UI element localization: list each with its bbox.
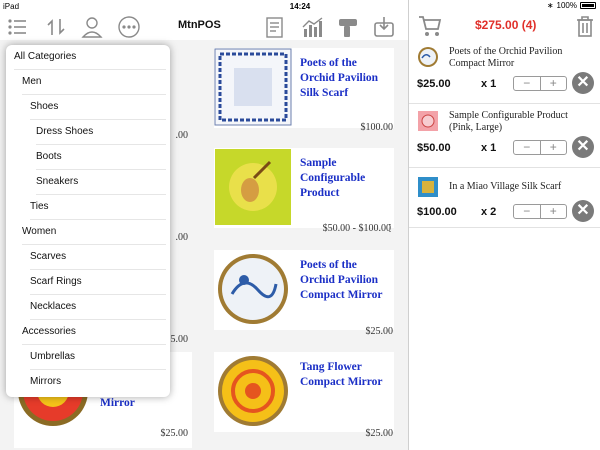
product-card[interactable]: Sample Configurable Product [214,148,394,228]
product-price: $100.00 [360,122,394,133]
product-price: $25.00 [160,428,189,439]
quantity-stepper[interactable]: − + [513,204,567,219]
product-name: Sample Configurable Product [300,157,366,199]
category-scarf-rings[interactable]: Scarf Rings [30,270,166,295]
status-bar: iPad 14:24 ∗ 100% [0,0,600,13]
product-card[interactable]: Poets of the Orchid Pavilion Compact Mir… [214,250,394,330]
sync-icon[interactable] [44,15,68,39]
increment-button[interactable]: + [541,141,567,154]
cart-row[interactable]: Poets of the Orchid Pavilion Compact Mir… [409,40,600,104]
cart-item-price: $50.00 [417,142,451,154]
category-all[interactable]: All Categories [14,45,166,70]
cart-item-name: In a Miao Village Silk Scarf [449,181,562,192]
product-image [218,254,288,324]
increment-button[interactable]: + [541,77,567,90]
decrement-button[interactable]: − [514,141,541,154]
chart-icon[interactable] [300,15,324,39]
category-dropdown: All Categories Men Shoes Dress Shoes Boo… [6,45,170,397]
category-necklaces[interactable]: Necklaces [30,295,166,320]
cart-header: $275.00 (4) [409,13,600,40]
category-scarves[interactable]: Scarves [30,245,166,270]
more-icon[interactable] [117,15,141,39]
category-umbrellas[interactable]: Umbrellas [30,345,166,370]
more-icon: ⋮ [385,223,395,234]
category-shoes[interactable]: Shoes [30,95,166,120]
category-accessories[interactable]: Accessories [22,320,166,345]
product-card[interactable]: Poets of the Orchid Pavilion Silk Scarf [214,48,394,128]
product-card[interactable]: Tang Flower Compact Mirror [214,352,394,432]
decrement-button[interactable]: − [514,205,541,218]
cart-item-qty: x 1 [481,78,497,90]
product-name: Mirror [100,397,135,409]
category-sneakers[interactable]: Sneakers [36,170,166,195]
cart-item-name: Poets of the Orchid Pavilion Compact Mir… [449,46,563,69]
product-name: Poets of the Orchid Pavilion Silk Scarf [300,57,379,99]
category-men[interactable]: Men [22,70,166,95]
list-icon[interactable] [6,15,30,39]
battery-icon [580,2,596,9]
product-price: $50.00 - $100.00 [322,223,391,234]
report-icon[interactable] [262,15,286,39]
increment-button[interactable]: + [541,205,567,218]
category-dress-shoes[interactable]: Dress Shoes [36,120,166,145]
remove-item-button[interactable]: ✕ [572,136,594,158]
cart-item-qty: x 1 [481,142,497,154]
product-price: $25.00 [365,326,394,337]
decrement-button[interactable]: − [514,77,541,90]
category-ties[interactable]: Ties [30,195,166,220]
trash-icon[interactable] [573,14,597,38]
product-price: .5.00 [168,334,188,345]
remove-item-button[interactable]: ✕ [572,200,594,222]
category-mirrors[interactable]: Mirrors [30,370,166,395]
cart-item-name: Sample Configurable Product (Pink, Large… [449,110,568,133]
cart-item-price: $25.00 [417,78,451,90]
product-name: Tang Flower Compact Mirror [300,361,383,388]
remove-item-button[interactable]: ✕ [572,72,594,94]
cart-icon[interactable] [417,13,443,39]
product-image [214,48,292,126]
toolbar: MtnPOS [0,13,408,40]
category-women[interactable]: Women [22,220,166,245]
scanner-icon[interactable] [336,15,360,39]
cart-item-image [418,111,438,131]
app-title: MtnPOS [178,19,221,31]
clock: 14:24 [289,2,311,11]
cart-row[interactable]: In a Miao Village Silk Scarf $100.00 x 2… [409,168,600,228]
product-price: .00 [175,130,189,141]
cart-item-qty: x 2 [481,206,497,218]
product-price: .00 [175,232,189,243]
quantity-stepper[interactable]: − + [513,140,567,155]
battery-percent: 100% [556,1,577,10]
cart-row[interactable]: Sample Configurable Product (Pink, Large… [409,104,600,168]
cart-total: $275.00 (4) [475,18,537,32]
quantity-stepper[interactable]: − + [513,76,567,91]
bluetooth-icon: ∗ [546,1,554,10]
inbox-icon[interactable] [372,15,396,39]
cart-item-image [418,177,438,197]
category-boots[interactable]: Boots [36,145,166,170]
product-image [215,149,291,225]
user-icon[interactable] [80,15,104,39]
product-price: $25.00 [365,428,394,439]
cart-item-price: $100.00 [417,206,457,218]
product-name: Poets of the Orchid Pavilion Compact Mir… [300,259,383,301]
cart-item-image [418,47,438,67]
product-image [218,356,288,426]
